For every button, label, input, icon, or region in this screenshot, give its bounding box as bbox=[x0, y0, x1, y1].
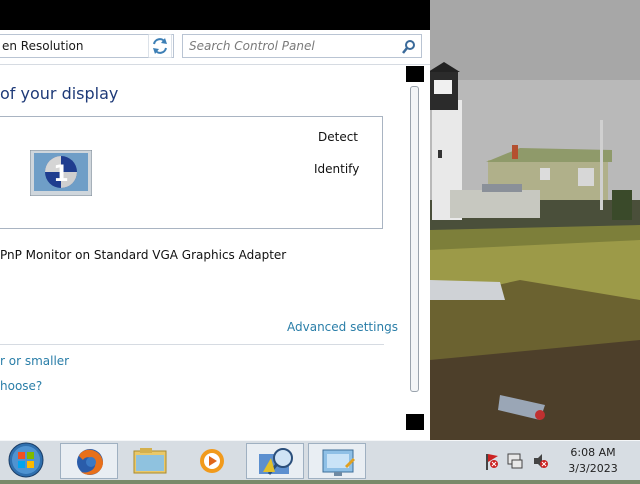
clock-date[interactable]: 3/3/2023 bbox=[568, 462, 618, 475]
taskbar-firefox-button[interactable] bbox=[60, 443, 118, 479]
monitor-number: 1 bbox=[53, 162, 68, 187]
folder-icon bbox=[133, 448, 167, 474]
vertical-scrollbar[interactable] bbox=[406, 66, 424, 430]
window-title-bar[interactable] bbox=[0, 0, 430, 30]
monitor-tile[interactable]: 1 bbox=[30, 150, 92, 196]
text-size-link[interactable]: r or smaller bbox=[0, 354, 69, 368]
media-player-icon bbox=[200, 449, 224, 473]
taskbar-display-button[interactable] bbox=[308, 443, 366, 479]
scroll-down-arrow[interactable] bbox=[406, 414, 424, 430]
network-icon[interactable] bbox=[507, 453, 523, 469]
clock-time[interactable]: 6:08 AM bbox=[568, 446, 618, 459]
start-button[interactable] bbox=[6, 441, 46, 479]
taskbar-media-player-button[interactable] bbox=[184, 443, 242, 479]
taskbar-explorer-button[interactable] bbox=[122, 443, 180, 479]
advanced-settings-link[interactable]: Advanced settings bbox=[287, 320, 398, 334]
taskbar-control-panel-button[interactable] bbox=[246, 443, 304, 479]
display-device-label[interactable]: PnP Monitor on Standard VGA Graphics Ada… bbox=[0, 248, 286, 262]
header-divider bbox=[0, 64, 430, 65]
search-placeholder[interactable]: Search Control Panel bbox=[189, 39, 315, 53]
control-panel-icon bbox=[259, 448, 293, 475]
page-heading: of your display bbox=[0, 84, 119, 103]
display-help-link[interactable]: hoose? bbox=[0, 379, 42, 393]
scroll-up-arrow[interactable] bbox=[406, 66, 424, 82]
firefox-icon bbox=[77, 449, 103, 475]
search-box[interactable]: Search Control Panel bbox=[182, 34, 422, 58]
identify-button[interactable]: Identify bbox=[314, 162, 359, 176]
display-icon bbox=[322, 449, 355, 476]
refresh-icon[interactable] bbox=[148, 34, 172, 58]
address-breadcrumb[interactable]: en Resolution bbox=[2, 39, 84, 53]
search-icon[interactable] bbox=[401, 39, 417, 55]
volume-muted-icon[interactable] bbox=[534, 454, 548, 468]
detect-button[interactable]: Detect bbox=[318, 130, 358, 144]
section-divider bbox=[0, 344, 384, 345]
action-center-flag-icon[interactable] bbox=[486, 454, 498, 470]
scroll-thumb[interactable] bbox=[410, 86, 419, 392]
